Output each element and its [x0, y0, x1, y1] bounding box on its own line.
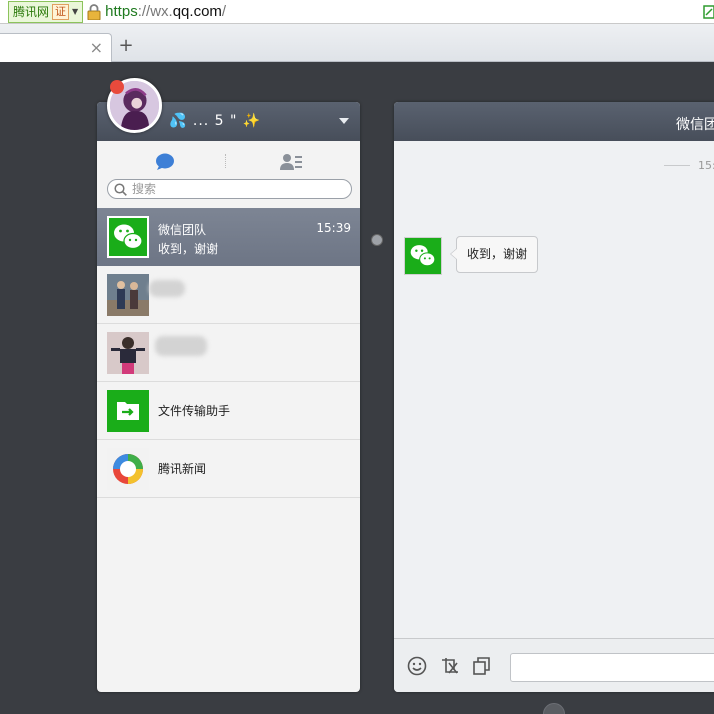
- menu-caret-icon[interactable]: [339, 118, 349, 124]
- contacts-icon[interactable]: [280, 153, 302, 171]
- chat-header: 微信团: [394, 102, 714, 141]
- search-input[interactable]: [132, 181, 342, 197]
- mode-switch-row: [97, 141, 360, 179]
- time-divider: [664, 165, 690, 166]
- conversation-item[interactable]: [97, 266, 360, 324]
- url-text[interactable]: https://wx.qq.com/: [105, 3, 226, 20]
- scroll-indicator[interactable]: [543, 703, 565, 714]
- site-label: 腾讯网: [13, 5, 50, 19]
- url-path: /: [221, 3, 227, 20]
- file-send-icon[interactable]: [472, 656, 492, 676]
- compatibility-mode-icon[interactable]: [702, 4, 714, 20]
- user-nickname: 💦 ... 5 " ✨: [169, 113, 262, 129]
- blurred-name: [155, 336, 207, 356]
- url-subdomain: wx.: [150, 3, 173, 20]
- emoji-icon[interactable]: [407, 656, 427, 676]
- wechat-logo-icon[interactable]: [404, 237, 442, 275]
- close-icon[interactable]: ×: [90, 38, 103, 57]
- chat-timestamp: 15:: [698, 159, 714, 172]
- conversation-preview: 收到，谢谢: [158, 242, 219, 256]
- mode-divider: [225, 154, 226, 168]
- browser-tab-bar: × +: [0, 24, 714, 62]
- chat-panel: 微信团 15: 收到，谢谢: [394, 102, 714, 692]
- compose-bar: [394, 638, 714, 692]
- notification-badge: [110, 80, 124, 94]
- conversation-item[interactable]: 腾讯新闻: [97, 440, 360, 498]
- chevron-down-icon: ▼: [72, 7, 79, 16]
- conversation-list: 微信团队 收到，谢谢 15:39 文件传输助手 腾讯新闻: [97, 208, 360, 498]
- browser-tab[interactable]: ×: [0, 33, 112, 62]
- conversation-name: 微信团队: [158, 223, 207, 237]
- conversation-item[interactable]: 文件传输助手: [97, 382, 360, 440]
- chat-title: 微信团: [676, 117, 714, 133]
- tencent-news-icon: [107, 448, 149, 490]
- url-domain: qq.com: [172, 3, 222, 20]
- screenshot-icon[interactable]: [440, 656, 460, 676]
- url-scheme: https: [105, 3, 138, 20]
- message-bubble: 收到，谢谢: [449, 236, 539, 273]
- contact-photo: [107, 332, 149, 374]
- blurred-name: [149, 280, 185, 297]
- panel-resize-handle[interactable]: [371, 234, 383, 246]
- search-icon: [114, 183, 127, 196]
- url-separator: ://: [137, 3, 151, 20]
- conversation-item[interactable]: [97, 324, 360, 382]
- search-box[interactable]: [107, 179, 352, 199]
- sidebar-panel: 💦 ... 5 " ✨ 搜索 微信团队 收到，谢谢 15:39 文件传输助手 腾…: [97, 102, 360, 692]
- lock-icon: [87, 3, 101, 20]
- conversation-time: 15:39: [316, 221, 351, 235]
- chat-bubble-icon[interactable]: [155, 153, 175, 171]
- address-bar[interactable]: 腾讯网 证 ▼ https://wx.qq.com/: [0, 0, 714, 24]
- file-transfer-icon: [107, 390, 149, 432]
- conversation-item[interactable]: 微信团队 收到，谢谢 15:39: [97, 208, 360, 266]
- search-container: [97, 179, 360, 205]
- certificate-mark: 证: [52, 3, 70, 20]
- new-tab-button[interactable]: +: [115, 36, 137, 58]
- conversation-name: 文件传输助手: [158, 404, 231, 418]
- wechat-logo-icon: [107, 216, 149, 258]
- site-identity-badge[interactable]: 腾讯网 证 ▼: [8, 0, 84, 23]
- message-input[interactable]: [510, 653, 714, 682]
- contact-photo: [107, 274, 149, 316]
- conversation-name: 腾讯新闻: [158, 462, 207, 476]
